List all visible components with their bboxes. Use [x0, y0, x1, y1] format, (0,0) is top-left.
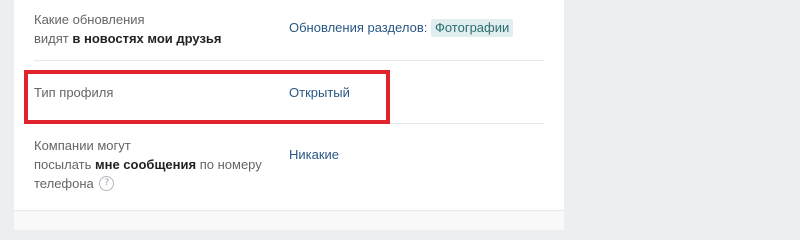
value-prefix: Обновления разделов:	[289, 20, 428, 35]
label-text: Какие обновления	[34, 12, 145, 27]
setting-label-news-updates: Какие обновления видят в новостях мои др…	[34, 10, 264, 48]
label-text: Компании могут	[34, 138, 131, 153]
page: Какие обновления видят в новостях мои др…	[0, 0, 800, 230]
setting-value-company-messages[interactable]: Никакие	[289, 145, 339, 164]
card-footer	[14, 210, 564, 230]
setting-label-company-messages: Компании могут посылать мне сообщения по…	[34, 136, 264, 193]
label-text: по номеру	[199, 157, 262, 172]
label-text: телефона	[34, 176, 94, 191]
label-bold-text: в новостях мои друзья	[72, 31, 222, 46]
label-text: посылать	[34, 157, 92, 172]
label-text: видят	[34, 31, 69, 46]
label-bold-text: мне сообщения	[95, 157, 197, 172]
setting-row-news-updates: Какие обновления видят в новостях мои др…	[34, 10, 544, 50]
photos-tag[interactable]: Фотографии	[430, 19, 514, 37]
question-help-icon[interactable]: ?	[99, 176, 115, 192]
setting-row-company-messages: Компании могут посылать мне сообщения по…	[34, 136, 544, 196]
highlight-annotation-box	[24, 70, 390, 124]
setting-value-news-updates[interactable]: Обновления разделов: Фотографии	[289, 18, 514, 37]
divider	[34, 60, 544, 61]
